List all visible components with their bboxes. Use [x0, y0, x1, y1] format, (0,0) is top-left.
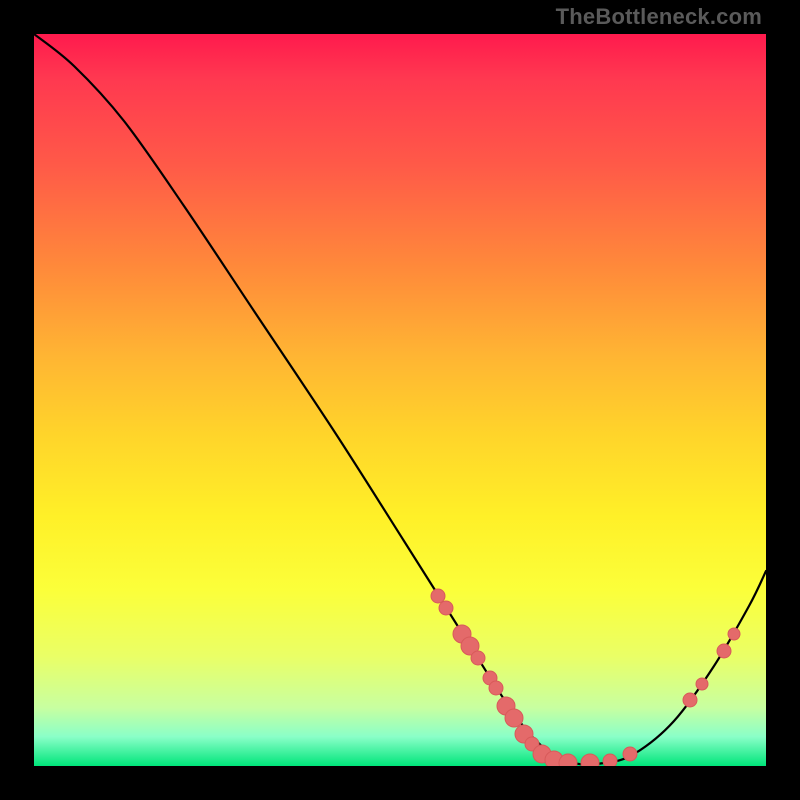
curve-svg [34, 34, 766, 766]
data-point [696, 678, 708, 690]
data-point [505, 709, 523, 727]
data-point [489, 681, 503, 695]
data-point [471, 651, 485, 665]
data-point [431, 589, 445, 603]
data-point [623, 747, 637, 761]
data-point [581, 754, 599, 766]
marker-group [431, 589, 740, 766]
data-point [683, 693, 697, 707]
watermark-text: TheBottleneck.com [556, 6, 762, 28]
data-point [439, 601, 453, 615]
plot-area [34, 34, 766, 766]
bottleneck-curve [34, 34, 766, 765]
data-point [603, 754, 617, 766]
data-point [717, 644, 731, 658]
data-point [728, 628, 740, 640]
chart-frame: TheBottleneck.com [0, 0, 800, 800]
